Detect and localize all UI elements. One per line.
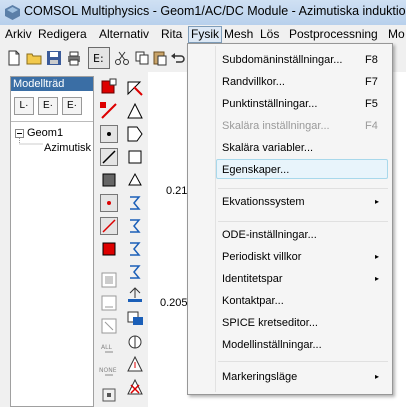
- menu-mesh[interactable]: Mesh: [224, 27, 253, 42]
- subdomain-icon[interactable]: [99, 270, 119, 290]
- menu-separator: [218, 188, 388, 189]
- print-icon[interactable]: [66, 50, 82, 66]
- pentagon-icon[interactable]: [125, 124, 145, 144]
- menu-item-ekvationssystem[interactable]: Ekvationssystem: [222, 196, 305, 208]
- menu-item-markeringslage[interactable]: Markeringsläge: [222, 371, 297, 383]
- boundary-icon[interactable]: [99, 293, 119, 313]
- split-icon[interactable]: [125, 354, 145, 374]
- delete-icon[interactable]: [125, 377, 145, 397]
- collapse-icon[interactable]: [15, 129, 24, 138]
- menu-item-egenskaper[interactable]: Egenskaper...: [222, 164, 289, 176]
- menu-item-spice-kretseditor[interactable]: SPICE kretseditor...: [222, 317, 318, 329]
- window-title: COMSOL Multiphysics - Geom1/AC/DC Module…: [24, 4, 406, 18]
- menu-los[interactable]: Lös: [260, 27, 279, 42]
- menu-item-skalara-installningar: Skalära inställningar...: [222, 120, 330, 132]
- triangle-icon[interactable]: [125, 78, 145, 98]
- menu-arkiv[interactable]: Arkiv: [5, 27, 32, 42]
- svg-text:NONE: NONE: [99, 367, 117, 374]
- menu-separator: [218, 361, 388, 362]
- comsol-logo-icon: [5, 5, 20, 20]
- red-point-icon[interactable]: [99, 193, 119, 213]
- select-all-icon[interactable]: ALL: [99, 339, 119, 359]
- y-axis-label: 0.21: [166, 185, 188, 197]
- svg-text:ALL: ALL: [101, 344, 112, 351]
- submenu-arrow-icon: ▸: [375, 372, 380, 381]
- fysik-dropdown-menu: Subdomäninställningar... F8 Randvillkor.…: [187, 43, 393, 395]
- model-tree: [10, 76, 94, 407]
- menu-item-modellinstallningar[interactable]: Modellinställningar...: [222, 339, 322, 351]
- revolve-icon[interactable]: [125, 308, 145, 328]
- open-folder-icon[interactable]: [26, 50, 42, 66]
- scale-icon[interactable]: [125, 239, 145, 259]
- select-mode-icon[interactable]: E:: [88, 47, 110, 69]
- menu-item-subdomaininstallningar[interactable]: Subdomäninställningar...: [222, 54, 342, 66]
- tree-item-geom1[interactable]: Geom1: [27, 127, 63, 139]
- menu-item-periodiskt-villkor[interactable]: Periodiskt villkor: [222, 251, 301, 263]
- cut-icon[interactable]: [114, 50, 130, 66]
- menu-fysik[interactable]: Fysik: [188, 26, 222, 43]
- tree-divider: [11, 121, 93, 122]
- menu-mo[interactable]: Mo: [388, 27, 405, 42]
- menu-gutter: [215, 46, 216, 392]
- menu-item-randvillkor[interactable]: Randvillkor...: [222, 76, 285, 88]
- shortcut-f8: F8: [365, 54, 378, 66]
- menu-postprocessning[interactable]: Postprocessning: [289, 27, 378, 42]
- red-line-icon[interactable]: [99, 216, 119, 236]
- draw-mode-icon[interactable]: [99, 78, 119, 98]
- menu-bar: Arkiv Redigera Alternativ Rita Fysik Mes…: [0, 25, 406, 45]
- submenu-arrow-icon: ▸: [375, 274, 380, 283]
- copy-icon[interactable]: [134, 50, 150, 66]
- red-rectangle-icon[interactable]: [99, 239, 119, 259]
- menu-item-ode-installningar[interactable]: ODE-inställningar...: [222, 229, 317, 241]
- svg-text:E:: E:: [93, 52, 104, 65]
- menu-item-skalara-variabler[interactable]: Skalära variabler...: [222, 142, 313, 154]
- menu-item-kontaktpar[interactable]: Kontaktpar...: [222, 295, 284, 307]
- shortcut-f5: F5: [365, 98, 378, 110]
- zoom-icon[interactable]: [99, 385, 119, 405]
- submenu-arrow-icon: ▸: [375, 197, 380, 206]
- shortcut-f4: F4: [365, 120, 378, 132]
- cone-icon[interactable]: [125, 170, 145, 190]
- rectangle-icon[interactable]: [99, 170, 119, 190]
- point-mode-icon[interactable]: [99, 101, 119, 121]
- menu-rita[interactable]: Rita: [161, 27, 182, 42]
- extrude-icon[interactable]: [125, 285, 145, 305]
- save-icon[interactable]: [46, 50, 62, 66]
- model-tree-header: Modellträd: [11, 77, 93, 91]
- point-icon[interactable]: [99, 124, 119, 144]
- tree-connector: [19, 138, 44, 145]
- triangle-outline-icon[interactable]: [125, 101, 145, 121]
- menu-redigera[interactable]: Redigera: [38, 27, 87, 42]
- mirror-icon[interactable]: [125, 216, 145, 236]
- menu-alternativ[interactable]: Alternativ: [99, 27, 149, 42]
- embed-icon[interactable]: [125, 331, 145, 351]
- menu-separator: [218, 221, 388, 222]
- y-axis-label: 0.205: [160, 297, 188, 309]
- rotate-icon[interactable]: [125, 193, 145, 213]
- tree-view-button-2[interactable]: E·: [38, 97, 58, 115]
- menu-item-identitetspar[interactable]: Identitetspar: [222, 273, 283, 285]
- new-file-icon[interactable]: [6, 50, 22, 66]
- title-bar: COMSOL Multiphysics - Geom1/AC/DC Module…: [0, 0, 406, 25]
- submenu-arrow-icon: ▸: [375, 252, 380, 261]
- shortcut-f7: F7: [365, 76, 378, 88]
- menu-item-punktinstallningar[interactable]: Punktinställningar...: [222, 98, 317, 110]
- line-icon[interactable]: [99, 147, 119, 167]
- tree-view-button-1[interactable]: L·: [14, 97, 34, 115]
- square-icon[interactable]: [125, 147, 145, 167]
- paste-icon[interactable]: [152, 50, 168, 66]
- tree-item-azimutisk[interactable]: Azimutisk: [44, 142, 91, 154]
- undo-icon[interactable]: [170, 50, 186, 66]
- array-icon[interactable]: [125, 262, 145, 282]
- tree-view-button-3[interactable]: E·: [62, 97, 82, 115]
- edge-icon[interactable]: [99, 316, 119, 336]
- select-none-icon[interactable]: NONE: [99, 362, 119, 382]
